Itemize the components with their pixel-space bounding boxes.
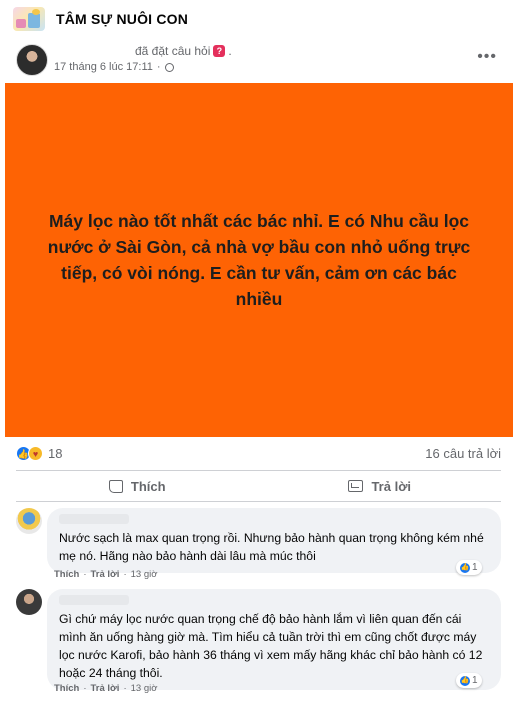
like-button[interactable]: Thích — [16, 471, 259, 501]
globe-icon — [164, 62, 174, 72]
answers-count[interactable]: 16 câu trả lời — [425, 446, 501, 461]
comment-reply-link[interactable]: Trả lời — [91, 683, 120, 694]
comment-actions: Thích · Trả lời · 13 giờ — [54, 683, 157, 694]
group-header: TÂM SỰ NUÔI CON — [0, 0, 517, 38]
comment-reactions-number: 1 — [472, 562, 478, 573]
group-thumbnail[interactable] — [13, 7, 45, 31]
comment-reaction-count[interactable]: 👍 1 — [456, 560, 482, 575]
reaction-count[interactable]: 18 — [48, 446, 62, 461]
thumbs-up-icon — [108, 479, 123, 493]
comment-reactions-number: 1 — [472, 675, 478, 686]
comment-actions: Thích · Trả lời · 13 giờ — [54, 569, 157, 580]
dot-separator: · — [83, 683, 87, 694]
dot-separator: · — [123, 569, 127, 580]
like-reaction-icon: 👍 — [460, 562, 470, 573]
like-label: Thích — [130, 478, 166, 494]
dot-separator: · — [156, 61, 161, 73]
reply-label: Trả lời — [371, 478, 412, 494]
comment-bubble: Nước sạch là max quan trọng rồi. Nhưng b… — [47, 508, 501, 573]
comment-bubble: Gì chứ máy lọc nước quan trọng chế độ bả… — [47, 589, 501, 690]
commenter-avatar[interactable] — [16, 589, 42, 615]
comment-time[interactable]: 13 giờ — [131, 683, 158, 694]
commenter-avatar[interactable] — [16, 508, 42, 534]
comment-like-link[interactable]: Thích — [54, 683, 79, 694]
comment-like-link[interactable]: Thích — [54, 569, 79, 580]
post-action-bar: Thích Trả lời — [16, 470, 501, 502]
comment-text: Gì chứ máy lọc nước quan trọng chế độ bả… — [59, 612, 483, 680]
post-body: Máy lọc nào tốt nhất các bác nhỉ. E có N… — [47, 211, 471, 309]
care-reaction-icon: ♥ — [28, 445, 43, 461]
group-name[interactable]: TÂM SỰ NUÔI CON — [56, 11, 188, 27]
question-icon: ? — [213, 45, 226, 57]
post-background-card: Máy lọc nào tốt nhất các bác nhỉ. E có N… — [5, 83, 513, 437]
author-line: đã đặt câu hỏi ? . — [135, 44, 232, 58]
post-action-text: đã đặt câu hỏi — [135, 44, 211, 58]
post-meta: đã đặt câu hỏi ? . 17 tháng 6 lúc 17:11 … — [0, 40, 517, 80]
post-timestamp[interactable]: 17 tháng 6 lúc 17:11 — [54, 61, 153, 73]
commenter-name-redacted[interactable] — [59, 514, 129, 524]
reply-icon — [348, 480, 364, 492]
author-avatar[interactable] — [16, 44, 48, 76]
like-reaction-icon: 👍 — [460, 675, 470, 686]
more-horizontal-icon[interactable]: ••• — [477, 48, 497, 66]
reaction-icons[interactable]: 👍 ♥ — [16, 445, 43, 461]
post-time-line: 17 tháng 6 lúc 17:11 · — [54, 61, 174, 73]
comment-reaction-count[interactable]: 👍 1 — [456, 673, 482, 688]
post-stats: 👍 ♥ 18 16 câu trả lời — [0, 442, 517, 464]
dot-separator: · — [123, 683, 127, 694]
commenter-name-redacted[interactable] — [59, 595, 129, 605]
dot-separator: · — [83, 569, 87, 580]
comment-reply-link[interactable]: Trả lời — [91, 569, 120, 580]
comment-time[interactable]: 13 giờ — [131, 569, 158, 580]
trailing-dot: . — [228, 44, 232, 58]
reply-button[interactable]: Trả lời — [259, 471, 502, 501]
comment-text: Nước sạch là max quan trọng rồi. Nhưng b… — [59, 531, 484, 563]
